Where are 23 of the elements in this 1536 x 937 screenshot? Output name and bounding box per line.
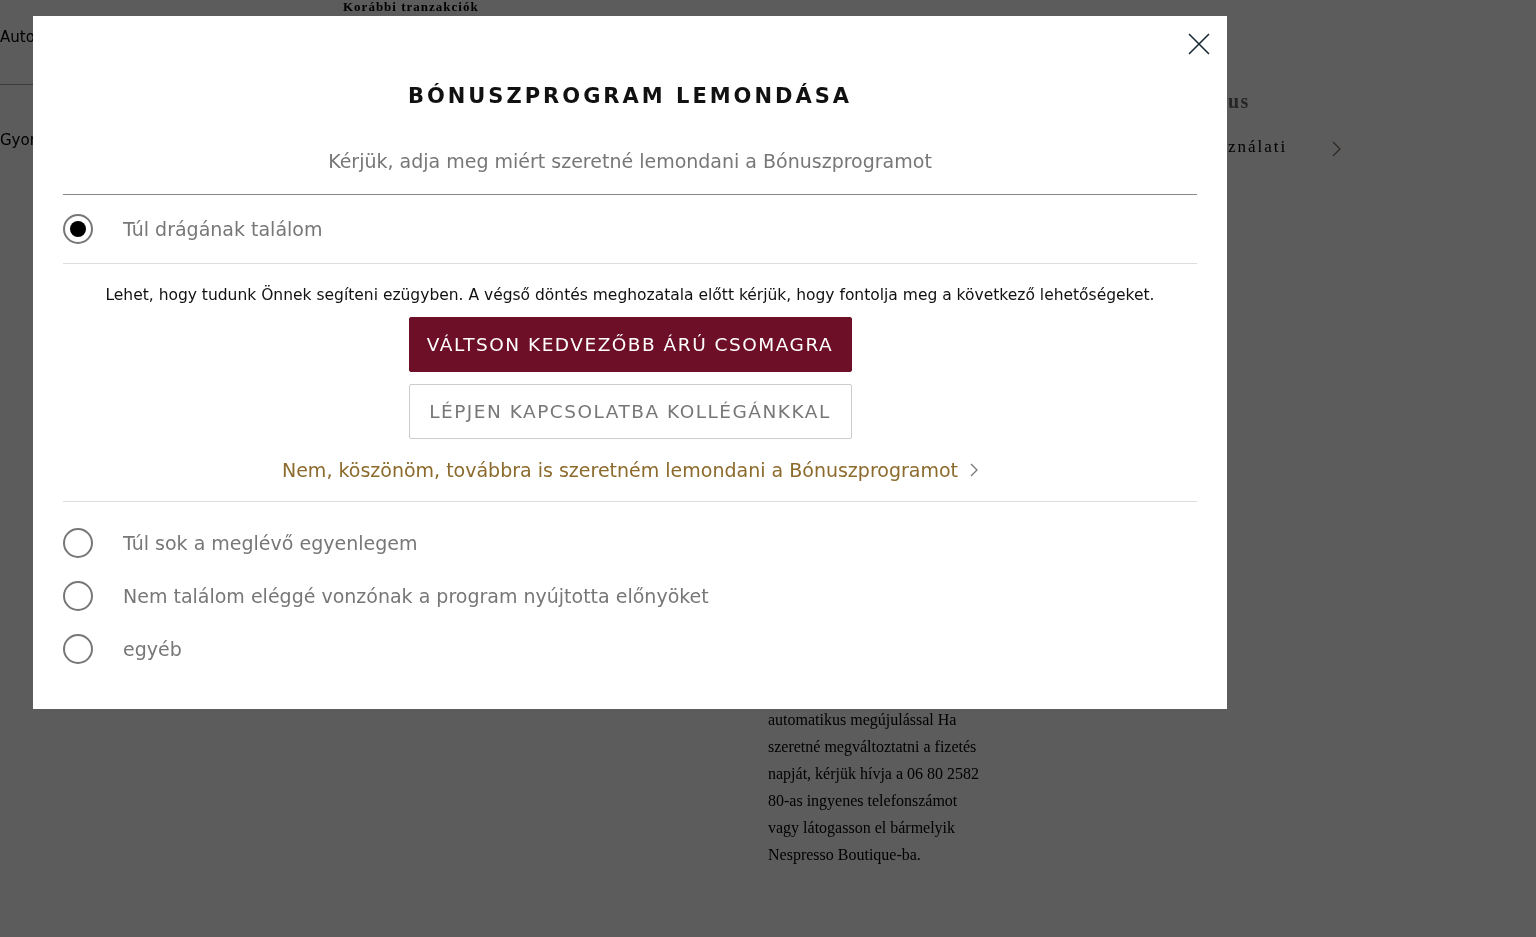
menu-item[interactable]: Gyor [0, 131, 36, 151]
radio-button[interactable] [63, 580, 93, 611]
option-label[interactable]: Túl sok a meglévő egyenlegem [123, 531, 418, 554]
chevron-right-icon [970, 463, 978, 477]
decline-link[interactable]: Nem, köszönöm, továbbra is szeretném lemondani a Bónuszprogramot [281, 459, 978, 481]
option-label[interactable]: Túl drágának találom [123, 218, 323, 240]
section-heading: Korábbi tranzakciók [343, 0, 479, 14]
dialog-subtitle: Kérjük, adja meg miért szeretné lemondani a Bónuszprogramot [63, 150, 1197, 195]
radio-button[interactable] [63, 633, 93, 664]
menu-item[interactable]: Auto [0, 28, 35, 48]
dialog-title: BÓNUSZPROGRAM LEMONDÁSA [406, 82, 854, 108]
radio-button[interactable] [63, 527, 93, 558]
option-label[interactable]: Nem találom eléggé vonzónak a program nyújtotta előnyöket [123, 584, 709, 607]
close-icon [1187, 32, 1211, 56]
retention-message: Lehet, hogy tudunk Önnek segíteni ezügyben. A végső döntés meghozatala előtt kérjük, hogy fontolja meg a következő lehetőségeket. [105, 286, 1155, 304]
switch-package-button[interactable]: VÁLTSON KEDVEZŐBB ÁRÚ CSOMAGRA [408, 317, 852, 372]
chevron-right-icon[interactable] [1331, 141, 1342, 157]
close-button[interactable] [1187, 32, 1211, 56]
option-label[interactable]: egyéb [123, 637, 182, 660]
menu-item[interactable]: ználati [1228, 137, 1288, 157]
contact-button[interactable]: LÉPJEN KAPCSOLATBA KOLLÉGÁNKKAL [408, 384, 852, 439]
renewal-note: automatikus megújulással Ha szeretné megváltoztatni a fizetés napját, kérjük hívja a 06 80 2582 80-as ingyenes telefonszámot vagy látogasson el bármelyik Nespresso Boutique-ba. [768, 710, 981, 866]
radio-button[interactable] [63, 214, 93, 244]
